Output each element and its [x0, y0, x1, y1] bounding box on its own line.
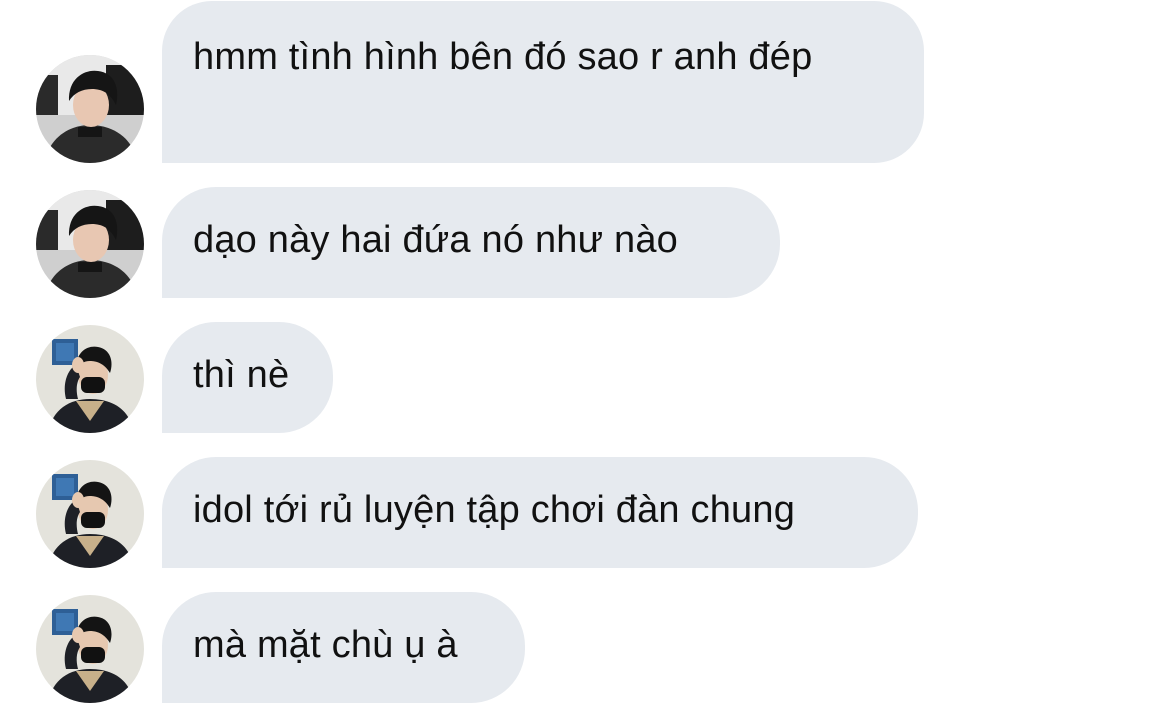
- message-bubble[interactable]: hmm tình hình bên đó sao r anh đép: [162, 1, 924, 163]
- avatar[interactable]: [36, 190, 144, 298]
- chat-thread: hmm tình hình bên đó sao r anh đép dạo n…: [0, 0, 1170, 711]
- avatar-photo-masked: [36, 460, 144, 568]
- avatar-photo-dark-hair: [36, 190, 144, 298]
- avatar-photo-dark-hair: [36, 55, 144, 163]
- avatar[interactable]: [36, 55, 144, 163]
- avatar-photo-masked: [36, 325, 144, 433]
- avatar[interactable]: [36, 595, 144, 703]
- message-bubble[interactable]: idol tới rủ luyện tập chơi đàn chung: [162, 457, 918, 568]
- message-bubble[interactable]: thì nè: [162, 322, 333, 433]
- avatar[interactable]: [36, 325, 144, 433]
- message-bubble[interactable]: dạo này hai đứa nó như nào: [162, 187, 780, 298]
- avatar[interactable]: [36, 460, 144, 568]
- avatar-photo-masked: [36, 595, 144, 703]
- message-bubble[interactable]: mà mặt chù ụ à: [162, 592, 525, 703]
